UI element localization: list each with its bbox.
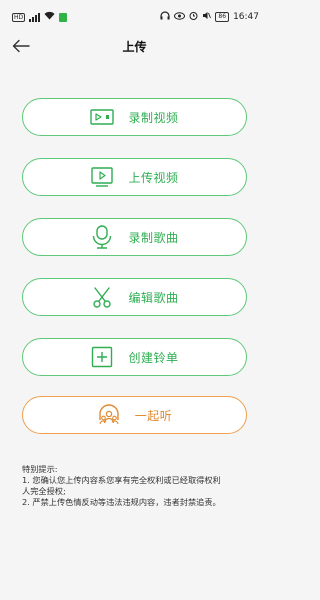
- create-ringlist-label: 创建铃单: [128, 350, 179, 365]
- notice-text: 特别提示: 1. 您确认您上传内容系您享有完全权利或已经取得权利 人完全授权; …: [22, 464, 254, 508]
- signal-icon: [29, 12, 41, 22]
- listen-together-button[interactable]: 一起听: [22, 396, 247, 434]
- record-video-button[interactable]: 录制视频: [22, 98, 247, 136]
- sim-icon: [59, 12, 68, 22]
- wifi-icon: [44, 11, 55, 23]
- hd-badge: HD: [12, 12, 26, 22]
- notice-line-3: 2. 严禁上传色情反动等违法违规内容，违者封禁追责。: [22, 497, 221, 507]
- mute-icon: [202, 11, 212, 23]
- back-button[interactable]: [10, 34, 32, 58]
- upload-video-label: 上传视频: [128, 170, 179, 185]
- back-arrow-icon: [12, 39, 30, 53]
- notice-title: 特别提示:: [22, 464, 58, 474]
- edit-song-label: 编辑歌曲: [128, 290, 179, 305]
- add-box-icon: [90, 346, 114, 368]
- status-left: HD: [12, 11, 68, 23]
- notice-line-2: 人完全授权;: [22, 486, 66, 496]
- alarm-icon: [189, 11, 198, 23]
- eye-icon: [174, 11, 186, 23]
- listen-together-label: 一起听: [134, 408, 173, 423]
- headphones-icon: [160, 11, 171, 23]
- clock: 16:47: [233, 12, 259, 22]
- page-title: 上传: [122, 39, 147, 54]
- record-song-button[interactable]: 录制歌曲: [22, 218, 247, 256]
- microphone-icon: [90, 225, 114, 249]
- upload-video-button[interactable]: 上传视频: [22, 158, 247, 196]
- video-camera-icon: [90, 106, 115, 128]
- battery-icon: 86: [215, 12, 230, 22]
- edit-song-button[interactable]: 编辑歌曲: [22, 278, 247, 316]
- play-screen-icon: [90, 166, 114, 188]
- record-song-label: 录制歌曲: [128, 230, 179, 245]
- header: 上传: [0, 34, 269, 58]
- status-right: 86 16:47: [160, 11, 259, 23]
- status-bar: HD 86 16:47: [0, 0, 269, 34]
- scissors-icon: [90, 286, 114, 308]
- listen-together-icon: [97, 404, 121, 426]
- record-video-label: 录制视频: [128, 110, 179, 125]
- create-ringlist-button[interactable]: 创建铃单: [22, 338, 247, 376]
- notice-line-1: 1. 您确认您上传内容系您享有完全权利或已经取得权利: [22, 475, 221, 485]
